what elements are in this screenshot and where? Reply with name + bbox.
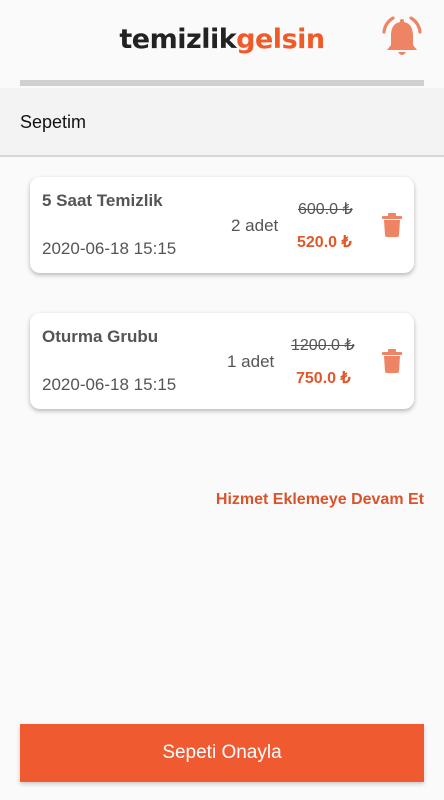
cart-item: 5 Saat Temizlik 2020-06-18 15:15 2 adet … bbox=[30, 177, 414, 273]
item-price: 520.0 ₺ bbox=[297, 234, 352, 251]
header-divider bbox=[20, 80, 424, 86]
item-date: 2020-06-18 15:15 bbox=[42, 239, 177, 258]
app-logo: temizlikgelsin bbox=[0, 24, 444, 55]
continue-adding-link[interactable]: Hizmet Eklemeye Devam Et bbox=[216, 491, 424, 509]
page-title-bar: Sepetim bbox=[0, 88, 444, 157]
trash-icon[interactable] bbox=[382, 349, 402, 373]
cart-item: Oturma Grubu 2020-06-18 15:15 1 adet 120… bbox=[30, 313, 414, 409]
item-quantity: 1 adet bbox=[227, 352, 275, 371]
item-title: 5 Saat Temizlik bbox=[42, 191, 163, 210]
logo-part-2: gelsin bbox=[236, 24, 325, 55]
page-title: Sepetim bbox=[20, 112, 87, 132]
item-old-price: 600.0 ₺ bbox=[298, 201, 353, 218]
item-quantity: 2 adet bbox=[231, 216, 279, 235]
item-title: Oturma Grubu bbox=[42, 327, 159, 346]
item-price: 750.0 ₺ bbox=[296, 370, 351, 387]
item-date: 2020-06-18 15:15 bbox=[42, 375, 177, 394]
trash-icon[interactable] bbox=[382, 213, 402, 237]
app-header: temizlikgelsin bbox=[0, 0, 444, 86]
confirm-cart-button[interactable]: Sepeti Onayla bbox=[20, 724, 424, 782]
item-old-price: 1200.0 ₺ bbox=[291, 337, 355, 354]
logo-part-1: temizlik bbox=[119, 24, 237, 55]
bell-icon[interactable] bbox=[382, 16, 422, 58]
